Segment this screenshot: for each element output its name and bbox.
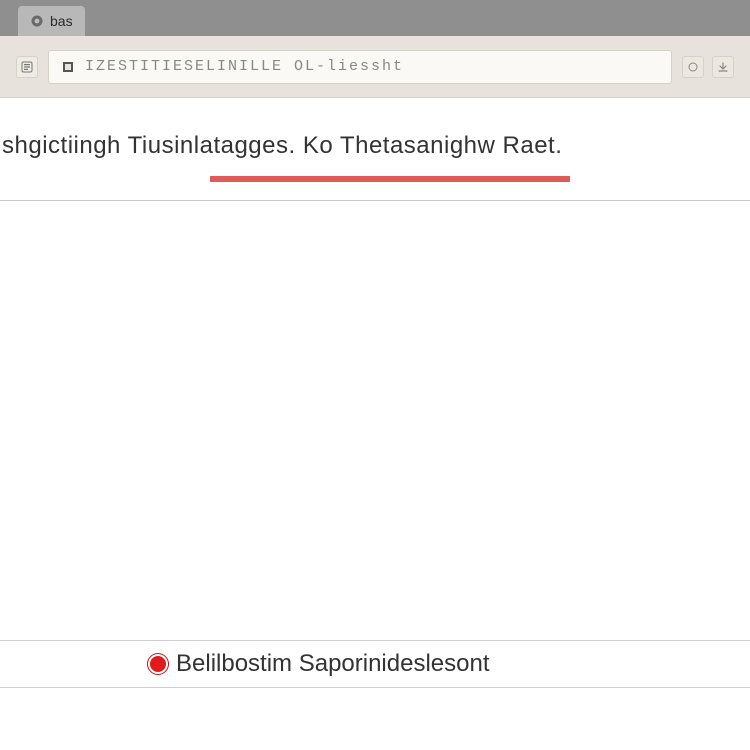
site-lock-icon [59,58,77,76]
heading-underline [210,176,570,182]
status-bar: Belilbostim Saporinideslesont [0,640,750,688]
browser-toolbar: IZESTITIESELINILLE OL-liessht [0,36,750,98]
tab-title: bas [50,13,73,29]
download-icon[interactable] [712,56,734,78]
page-heading-section: shgictiingh Tiusinlatagges. Ko Thetasani… [0,98,750,201]
browser-tab[interactable]: bas [18,6,85,36]
browser-tab-strip: bas [0,0,750,36]
page-viewport: shgictiingh Tiusinlatagges. Ko Thetasani… [0,98,750,750]
page-info-icon[interactable] [16,56,38,78]
toolbar-actions [682,56,734,78]
tab-favicon-icon [30,14,44,28]
status-label: Belilbostim Saporinideslesont [176,650,490,678]
page-heading: shgictiingh Tiusinlatagges. Ko Thetasani… [0,132,750,160]
bookmark-icon[interactable] [682,56,704,78]
address-bar[interactable]: IZESTITIESELINILLE OL-liessht [48,50,672,84]
record-dot-icon [150,656,166,672]
address-bar-text: IZESTITIESELINILLE OL-liessht [85,58,661,75]
